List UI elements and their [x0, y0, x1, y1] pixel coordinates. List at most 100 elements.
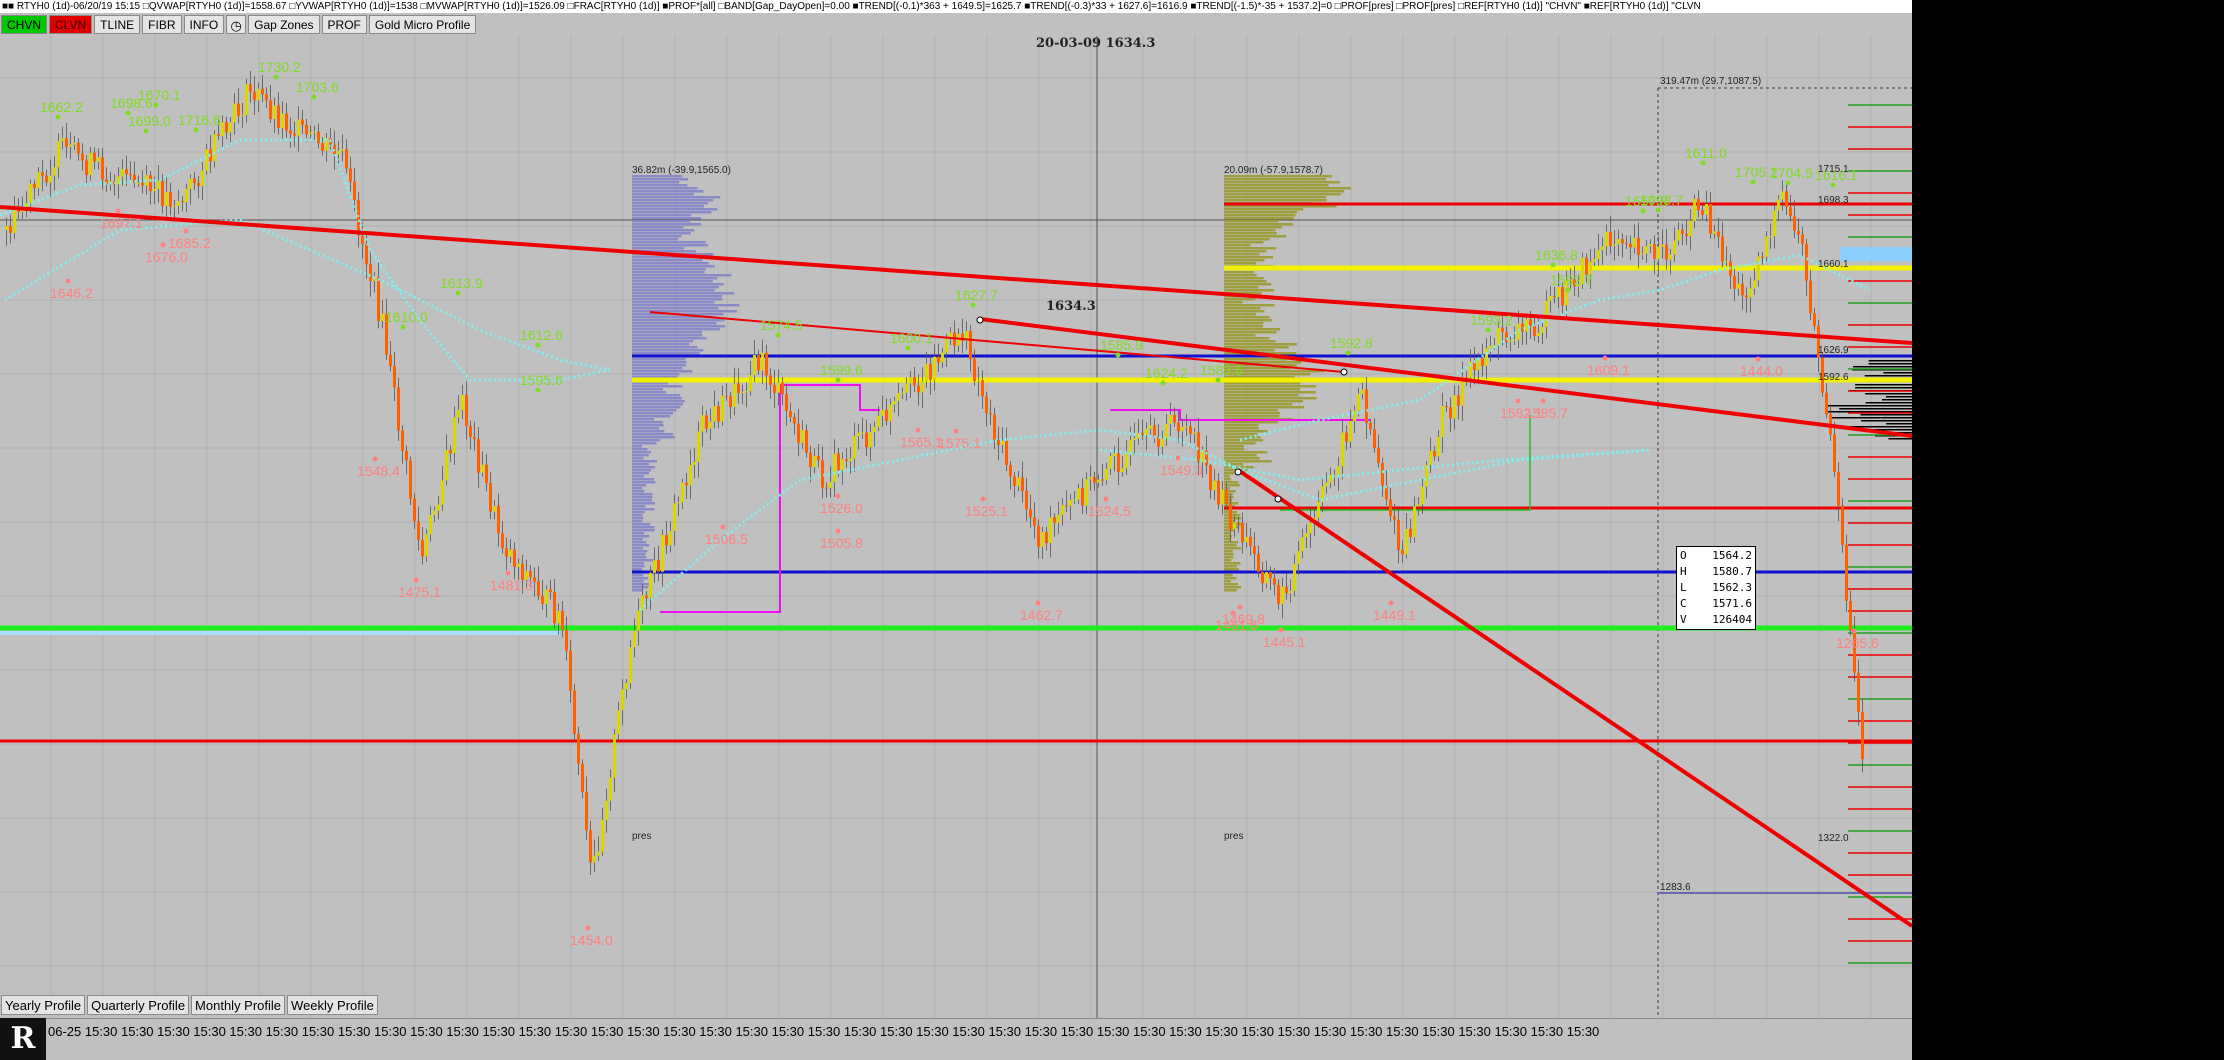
candle-body: [1761, 256, 1764, 258]
candle-body: [661, 534, 664, 572]
profile-2-bar: [1224, 556, 1234, 559]
price-chart-canvas[interactable]: 1662.21730.21703.61699.0 1716.61698.61670…: [0, 36, 1912, 1018]
tab-monthly-profile[interactable]: Monthly Profile: [191, 995, 286, 1015]
fractal-high-dot: [1750, 179, 1756, 185]
right-axis-label: 1592.6: [1818, 372, 1849, 383]
profile-1-bar: [632, 268, 706, 271]
profile-1-bar: [632, 265, 715, 268]
profile-period-tabs: Yearly Profile Quarterly Profile Monthly…: [1, 995, 378, 1015]
profile-1-bar: [632, 469, 651, 472]
profile-1-bar: [632, 496, 653, 499]
tab-yearly-profile[interactable]: Yearly Profile: [1, 995, 86, 1015]
fractal-high-label: 1699.0: [128, 113, 171, 129]
candle-body: [461, 394, 464, 411]
fractal-high-label: 1613.9: [440, 275, 483, 291]
tab-quarterly-profile[interactable]: Quarterly Profile: [87, 995, 190, 1015]
candle-body: [305, 124, 308, 135]
fractal-low-dot: [1755, 356, 1761, 362]
tline-button[interactable]: TLINE: [94, 15, 141, 34]
candle-body: [285, 113, 288, 131]
candle-body: [153, 189, 156, 192]
candle-body: [1301, 537, 1304, 552]
candle-body: [1117, 453, 1120, 473]
magenta-gap-zone: [660, 384, 880, 613]
fractal-high-label: 1610.0: [385, 309, 428, 325]
candle-body: [677, 502, 680, 504]
profile-1-bar: [632, 415, 671, 418]
profile-2-bar: [1224, 289, 1274, 292]
candle-body: [1445, 406, 1448, 408]
candle-body: [265, 94, 268, 101]
candle-body: [757, 355, 760, 371]
profile-1-bar: [632, 211, 712, 214]
profile-2-bar: [1224, 568, 1239, 571]
gold-micro-profile-button[interactable]: Gold Micro Profile: [368, 15, 477, 34]
candle-body: [1317, 501, 1320, 518]
fractal-low-label: 1676.0: [145, 249, 188, 265]
profile-2-bar: [1224, 223, 1293, 226]
tab-weekly-profile[interactable]: Weekly Profile: [287, 995, 378, 1015]
fractal-high-label: 1583.6: [1200, 362, 1243, 378]
candle-body: [1757, 256, 1760, 281]
profile-2-bar: [1224, 271, 1254, 274]
candle-body: [1141, 432, 1144, 436]
profile-3-bar: [1868, 363, 1912, 365]
candle-body: [205, 149, 208, 171]
chvn-button[interactable]: CHVN: [1, 15, 48, 34]
candle-body: [597, 851, 600, 856]
time-axis[interactable]: 06-25 15:30 15:30 15:30 15:30 15:30 15:3…: [0, 1018, 1912, 1060]
fractal-high-label: 1627.7: [955, 287, 998, 303]
candle-body: [1065, 505, 1068, 507]
profile-1-bar: [632, 547, 643, 550]
candle-body: [1525, 319, 1528, 332]
clock-icon[interactable]: ◷: [226, 15, 247, 34]
fractal-low-label: 1646.2: [50, 285, 93, 301]
profile-2-bar: [1224, 538, 1231, 541]
fibr-button[interactable]: FIBR: [142, 15, 182, 34]
candle-body: [1005, 440, 1008, 466]
candle-body: [581, 763, 584, 792]
profile-2-bar: [1224, 196, 1327, 199]
candle-body: [1489, 345, 1492, 349]
fractal-low-label: 1585.7: [1525, 405, 1568, 421]
candle-body: [481, 464, 484, 473]
profile-1-bar: [632, 223, 701, 226]
profile-1-bar: [632, 280, 713, 283]
candle-body: [1053, 517, 1056, 523]
prof-button[interactable]: PROF: [321, 15, 367, 34]
fractal-low-dot: [585, 925, 591, 931]
fractal-high-dot: [273, 74, 279, 80]
candle-body: [261, 88, 264, 95]
candle-body: [765, 352, 768, 376]
profile-1-bar: [632, 445, 643, 448]
candle-body: [41, 172, 44, 176]
price-chart-area[interactable]: 1662.2 1730.2 1703.6 1699.0 1716.6 1698.6 1670…: [0, 36, 1912, 1018]
candle-body: [89, 152, 92, 175]
candle-body: [1669, 254, 1672, 260]
fractal-high-label: 1636.8: [1535, 247, 1578, 263]
candle-body: [1685, 233, 1688, 237]
candle-body: [841, 459, 844, 471]
profile-3-bar: [1839, 408, 1912, 410]
fractal-high-dot: [193, 127, 199, 133]
candle-body: [281, 113, 284, 128]
candle-body: [257, 88, 260, 101]
candle-body: [1233, 522, 1236, 530]
chart-grid: [0, 36, 1912, 1018]
profile-1-bar: [632, 298, 723, 301]
clvn-button[interactable]: CLVN: [49, 15, 93, 34]
candle-body: [1269, 572, 1272, 579]
fractal-low-dot: [915, 427, 921, 433]
profile-1-bar: [632, 358, 686, 361]
candle-body: [1193, 432, 1196, 434]
fractal-low-label: 1685.2: [168, 235, 211, 251]
candle-body: [653, 560, 656, 573]
candle-body: [673, 503, 676, 532]
candle-body: [493, 505, 496, 512]
gap-zones-button[interactable]: Gap Zones: [248, 15, 320, 34]
candle-body: [489, 483, 492, 512]
candle-body: [617, 710, 620, 735]
candle-body: [1405, 529, 1408, 555]
info-button[interactable]: INFO: [183, 15, 225, 34]
candle-body: [593, 855, 596, 863]
